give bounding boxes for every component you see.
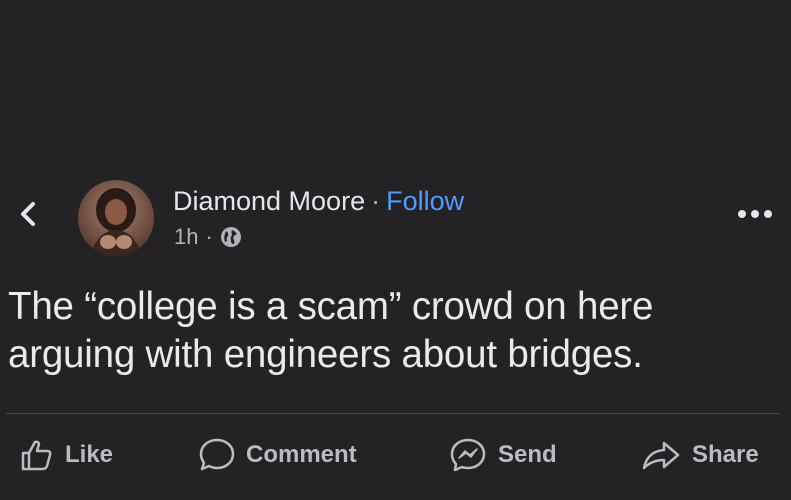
share-arrow-icon — [640, 437, 682, 473]
comment-bubble-icon — [198, 437, 236, 473]
profile-photo — [78, 180, 154, 256]
author-name[interactable]: Diamond Moore — [173, 186, 365, 216]
like-button[interactable]: Like — [19, 430, 113, 480]
comment-label: Comment — [246, 441, 357, 468]
post-timestamp[interactable]: 1h — [174, 224, 198, 250]
globe-icon[interactable] — [220, 226, 242, 248]
author-line: Diamond Moore · Follow — [173, 184, 464, 218]
thumbs-up-icon — [19, 437, 55, 473]
chevron-left-icon — [21, 202, 35, 226]
avatar[interactable] — [78, 180, 154, 256]
like-label: Like — [65, 441, 114, 468]
back-button[interactable] — [12, 196, 44, 232]
meta-separator: · — [205, 224, 213, 249]
name-separator: · — [371, 186, 381, 216]
post-actions: Like Comment Send Share — [0, 430, 791, 480]
share-button[interactable]: Share — [640, 430, 759, 480]
send-label: Send — [498, 441, 557, 468]
more-options-button[interactable] — [733, 200, 777, 228]
more-horizontal-icon — [738, 210, 772, 218]
divider — [6, 413, 779, 414]
messenger-icon — [448, 437, 488, 473]
comment-button[interactable]: Comment — [198, 430, 357, 480]
send-button[interactable]: Send — [448, 430, 557, 480]
share-label: Share — [692, 441, 759, 468]
post-meta: 1h · — [174, 224, 242, 250]
follow-button[interactable]: Follow — [386, 186, 464, 216]
post-body: The “college is a scam” crowd on here ar… — [8, 285, 654, 376]
